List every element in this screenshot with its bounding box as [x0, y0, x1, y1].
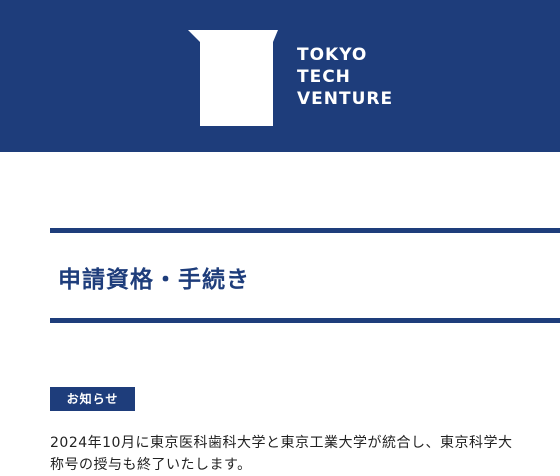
logo-line-tech: TECH [297, 67, 351, 87]
site-logo-text[interactable]: TOKYO TECH VENTURE [297, 44, 393, 110]
site-header: TOKYO TECH VENTURE [0, 0, 560, 152]
title-bottom-divider [50, 318, 560, 323]
notice-text: 2024年10月に東京医科歯科大学と東京工業大学が統合し、東京科学大 称号の授与… [50, 432, 560, 476]
notice-line-1: 2024年10月に東京医科歯科大学と東京工業大学が統合し、東京科学大 [50, 435, 513, 451]
logo-line-venture: VENTURE [297, 89, 394, 109]
notice-badge: お知らせ [50, 387, 135, 411]
title-top-divider [50, 228, 560, 233]
notice-line-2: 称号の授与も終了いたします。 [50, 457, 252, 473]
logo-line-tokyo: TOKYO [297, 45, 368, 65]
pillar-logo-icon[interactable] [188, 30, 278, 126]
page-title: 申請資格・手続き [58, 267, 250, 293]
